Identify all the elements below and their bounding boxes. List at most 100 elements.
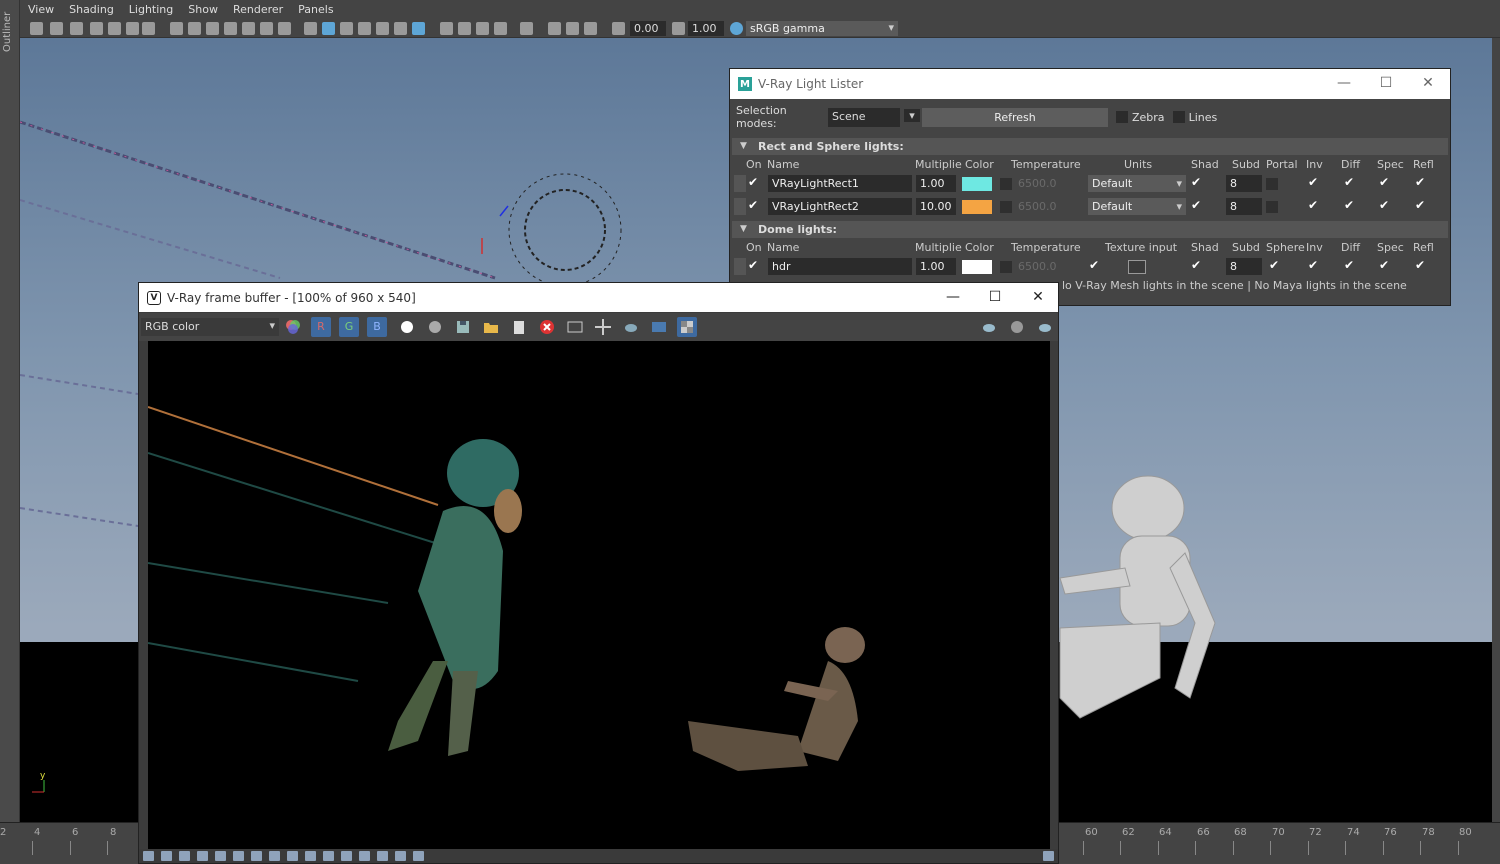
row-handle[interactable]	[734, 258, 746, 275]
xray-joints-icon[interactable]	[458, 22, 471, 35]
lights-icon[interactable]	[394, 22, 407, 35]
units-dropdown[interactable]: Default	[1088, 175, 1186, 192]
diff-check-icon[interactable]: ✔	[1342, 258, 1356, 272]
portal-checkbox[interactable]	[1266, 178, 1278, 190]
camera-attr-icon[interactable]	[50, 22, 63, 35]
sphere-check-icon[interactable]: ✔	[1267, 258, 1281, 272]
safe-title-icon[interactable]	[278, 22, 291, 35]
red-channel-button[interactable]: R	[311, 317, 331, 337]
units-dropdown[interactable]: Default	[1088, 198, 1186, 215]
grease-pencil-icon[interactable]	[108, 22, 121, 35]
shad-check-icon[interactable]: ✔	[1189, 258, 1203, 272]
white-sphere-icon[interactable]	[397, 317, 417, 337]
status-icon[interactable]	[359, 851, 370, 861]
subdivs-field[interactable]: 8	[1226, 175, 1262, 192]
wireframe-icon[interactable]	[304, 22, 317, 35]
light-row[interactable]: ✔ VRayLightRect1 1.00 6500.0 Default ✔ 8…	[732, 172, 1448, 194]
pin-icon[interactable]	[90, 22, 103, 35]
safe-action-icon[interactable]	[260, 22, 273, 35]
dome-light-row[interactable]: ✔ hdr 1.00 6500.0 ✔ ✔ 8 ✔ ✔ ✔ ✔ ✔	[732, 255, 1448, 277]
selection-modes-dropdown[interactable]: Scene	[828, 107, 920, 127]
grid-icon[interactable]	[170, 22, 183, 35]
light-name-field[interactable]: VRayLightRect2	[768, 198, 912, 215]
menu-view[interactable]: View	[28, 3, 54, 16]
zebra-checkbox[interactable]	[1116, 111, 1128, 123]
isolate-select-icon[interactable]	[494, 22, 507, 35]
save-icon[interactable]	[453, 317, 473, 337]
field-chart-icon[interactable]	[242, 22, 255, 35]
resolution-gate-icon[interactable]	[206, 22, 219, 35]
subdivs-field[interactable]: 8	[1226, 198, 1262, 215]
menu-panels[interactable]: Panels	[298, 3, 333, 16]
status-icon[interactable]	[143, 851, 154, 861]
render-history-icon[interactable]	[649, 317, 669, 337]
light-name-field[interactable]: hdr	[768, 258, 912, 275]
pan-icon[interactable]	[126, 22, 139, 35]
temperature-field[interactable]: 6500.0	[1018, 175, 1078, 192]
status-icon[interactable]	[377, 851, 388, 861]
light-row[interactable]: ✔ VRayLightRect2 10.00 6500.0 Default ✔ …	[732, 195, 1448, 217]
status-icon[interactable]	[395, 851, 406, 861]
checker-icon[interactable]	[677, 317, 697, 337]
bookmark-icon[interactable]	[70, 22, 83, 35]
track-mouse-icon[interactable]	[593, 317, 613, 337]
region-render-icon[interactable]	[565, 317, 585, 337]
temperature-toggle[interactable]	[1000, 178, 1012, 190]
row-handle[interactable]	[734, 175, 746, 192]
exposure-icon[interactable]	[612, 22, 625, 35]
expand-icon[interactable]	[1043, 851, 1054, 861]
camera-icon[interactable]	[30, 22, 43, 35]
gamma-icon[interactable]	[672, 22, 685, 35]
textured-icon[interactable]	[376, 22, 389, 35]
menu-lighting[interactable]: Lighting	[129, 3, 173, 16]
texture-check-icon[interactable]: ✔	[1087, 258, 1101, 272]
subdivs-field[interactable]: 8	[1226, 258, 1262, 275]
diff-check-icon[interactable]: ✔	[1342, 198, 1356, 212]
color-correction-icon[interactable]	[283, 317, 303, 337]
ipr-teapot-icon[interactable]	[979, 317, 999, 337]
menu-shading[interactable]: Shading	[69, 3, 114, 16]
temperature-toggle[interactable]	[1000, 261, 1012, 273]
xray-icon[interactable]	[440, 22, 453, 35]
lines-checkbox[interactable]	[1172, 111, 1185, 123]
exposure-field[interactable]: 0.00	[630, 21, 666, 36]
light-lister-window[interactable]: M V-Ray Light Lister — ☐ ✕ Selection mod…	[729, 68, 1451, 306]
temperature-field[interactable]: 6500.0	[1018, 198, 1078, 215]
dome-lights-section[interactable]: Dome lights:	[732, 221, 1448, 238]
temperature-toggle[interactable]	[1000, 201, 1012, 213]
status-icon[interactable]	[269, 851, 280, 861]
row-handle[interactable]	[734, 198, 746, 215]
color-management-icon[interactable]	[730, 22, 743, 35]
status-icon[interactable]	[305, 851, 316, 861]
status-icon[interactable]	[323, 851, 334, 861]
color-space-select[interactable]: sRGB gamma	[746, 21, 898, 36]
blue-channel-button[interactable]: B	[367, 317, 387, 337]
multiplier-field[interactable]: 10.00	[916, 198, 956, 215]
refresh-button[interactable]: Refresh	[922, 107, 1108, 127]
green-channel-button[interactable]: G	[339, 317, 359, 337]
outliner-panel[interactable]: Outliner	[0, 0, 20, 822]
minimize-icon[interactable]: —	[1330, 75, 1358, 91]
minimize-icon[interactable]: —	[939, 289, 967, 305]
light-name-field[interactable]: VRayLightRect1	[768, 175, 912, 192]
shadows-icon[interactable]	[412, 22, 425, 35]
multiplier-field[interactable]: 1.00	[916, 175, 956, 192]
rect-lights-section[interactable]: Rect and Sphere lights:	[732, 138, 1448, 155]
render-image[interactable]	[148, 341, 1050, 851]
render-teapot-icon[interactable]	[1035, 317, 1055, 337]
status-icon[interactable]	[197, 851, 208, 861]
status-icon[interactable]	[287, 851, 298, 861]
shad-check-icon[interactable]: ✔	[1189, 175, 1203, 189]
status-icon[interactable]	[179, 851, 190, 861]
on-check-icon[interactable]: ✔	[746, 198, 760, 212]
status-icon[interactable]	[251, 851, 262, 861]
status-icon[interactable]	[341, 851, 352, 861]
refl-check-icon[interactable]: ✔	[1413, 198, 1427, 212]
gamma-field[interactable]: 1.00	[688, 21, 724, 36]
refl-check-icon[interactable]: ✔	[1413, 258, 1427, 272]
smooth-shade-icon[interactable]	[322, 22, 335, 35]
folder-icon[interactable]	[481, 317, 501, 337]
clipboard-icon[interactable]	[509, 317, 529, 337]
ambient-occlusion-icon[interactable]	[548, 22, 561, 35]
teapot-icon[interactable]	[621, 317, 641, 337]
